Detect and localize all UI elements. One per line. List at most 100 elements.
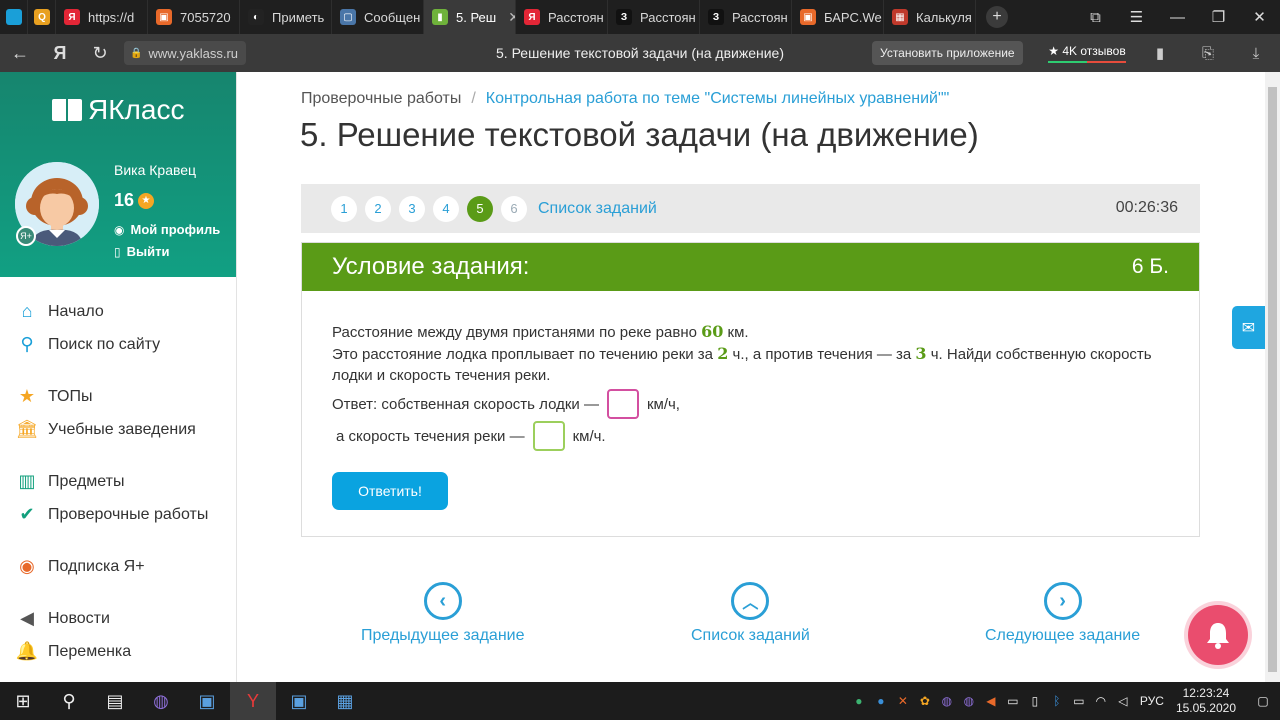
sidebar-item-label: Переменка — [48, 642, 132, 660]
sidebar-item-icon: ⌂ — [21, 301, 33, 321]
tray-app-icon[interactable]: ◀ — [980, 694, 1002, 708]
task-list-link[interactable]: Список заданий — [538, 200, 657, 218]
sidebar-item-label: Поиск по сайту — [48, 335, 161, 353]
feedback-mail-button[interactable]: ✉ — [1232, 306, 1265, 349]
viber-icon[interactable]: ◍ — [138, 682, 184, 720]
system-tray: ● ● ✕ ✿ ◍ ◍ ◀ ▭ ▯ ᛒ ▭ ◠ ◁ РУС 12:23:24 1… — [848, 682, 1280, 720]
reload-icon[interactable]: ↻ — [80, 43, 120, 64]
reviews-badge[interactable]: ★ 4K отзывов — [1040, 40, 1134, 66]
tray-drive-icon[interactable]: ▭ — [1002, 694, 1024, 708]
task-number-5[interactable]: 5 — [467, 195, 493, 222]
tab-favicon-icon: Я — [524, 9, 540, 25]
minimize-icon[interactable]: — — [1157, 0, 1198, 34]
clock[interactable]: 12:23:24 15.05.2020 — [1176, 686, 1236, 716]
windows-start-icon[interactable]: ⊞ — [0, 682, 46, 720]
breadcrumb-root[interactable]: Проверочные работы — [301, 90, 461, 108]
chevron-up-icon: ︿ — [731, 582, 770, 620]
page-scrollbar[interactable] — [1265, 72, 1280, 682]
install-app-button[interactable]: Установить приложение — [872, 41, 1023, 65]
sidebar-item[interactable]: ✔ Проверочные работы — [0, 498, 236, 531]
tab-favicon-icon: ▦ — [892, 9, 908, 25]
calculator-icon[interactable]: ▦ — [322, 682, 368, 720]
tray-app-icon[interactable]: ● — [848, 694, 870, 708]
browser-tab[interactable]: Яhttps://d — [56, 0, 148, 34]
task-number-4[interactable]: 4 — [433, 195, 459, 222]
task-list-bottom-link[interactable]: ︿ Список заданий — [691, 582, 810, 645]
volume-icon[interactable]: ◁ — [1112, 694, 1134, 708]
logo[interactable]: ЯКласс — [52, 94, 184, 126]
boat-speed-input[interactable] — [606, 389, 639, 419]
task-number-2[interactable]: 2 — [365, 195, 391, 222]
problem-text: Это расстояние лодка проплывает по течен… — [332, 346, 718, 363]
browser-qa-tab[interactable]: Q — [28, 0, 56, 34]
browser-tab[interactable]: ▢ Сообщен — [332, 0, 424, 34]
task-number-1[interactable]: 1 — [331, 195, 357, 222]
logout-link[interactable]: ▯ Выйти — [114, 244, 169, 259]
browser-tab[interactable]: З Расстоян — [608, 0, 700, 34]
browser-tab[interactable]: ◐ Приметь — [240, 0, 332, 34]
prev-task-link[interactable]: ‹ Предыдущее задание — [361, 582, 524, 645]
notifications-button[interactable] — [1188, 605, 1248, 665]
url-field[interactable]: 🔒 www.yaklass.ru — [124, 41, 247, 65]
submit-answer-button[interactable]: Ответить! — [332, 472, 448, 510]
browser-tab[interactable]: ▮ 5. Реш ✕ — [424, 0, 516, 34]
next-task-link[interactable]: › Следующее задание — [985, 582, 1140, 645]
search-icon[interactable]: ⚲ — [46, 682, 92, 720]
sidebar-item[interactable]: 🔔 Переменка — [0, 635, 236, 668]
wifi-icon[interactable]: ◠ — [1090, 694, 1112, 708]
maximize-icon[interactable]: ❐ — [1198, 0, 1239, 34]
yandex-icon[interactable]: Я — [40, 43, 80, 64]
download-icon[interactable]: ⤓ — [1232, 34, 1280, 72]
browser-tab[interactable]: ▣ 7055720 — [148, 0, 240, 34]
sidebar-item[interactable]: ⚲ Поиск по сайту — [0, 328, 236, 361]
sidebar-item[interactable]: ◀ Новости — [0, 602, 236, 635]
back-arrow-icon[interactable]: ← — [0, 43, 40, 64]
task-number-3[interactable]: 3 — [399, 195, 425, 222]
task-card-heading: Условие задания: — [332, 253, 530, 280]
user-name[interactable]: Вика Кравец — [114, 162, 196, 178]
tab-favicon-icon: З — [616, 9, 632, 25]
close-tab-icon[interactable]: ✕ — [508, 9, 515, 26]
sidebar: ЯКласс Я+ Вика Кравец 16 ★ ◉ Мой профиль — [0, 72, 237, 682]
address-bar: ← Я ↻ 🔒 www.yaklass.ru 5. Решение тексто… — [0, 34, 1280, 72]
browser-tab[interactable]: ▣ БАРС.We — [792, 0, 884, 34]
photos-icon[interactable]: ▣ — [184, 682, 230, 720]
sidebar-item-icon: 🏛 — [15, 419, 39, 439]
collections-icon[interactable]: ⎘ — [1184, 34, 1232, 72]
notifications-center-icon[interactable]: ▢ — [1246, 694, 1280, 708]
menu-icon[interactable]: ☰ — [1116, 0, 1157, 34]
current-speed-input[interactable] — [532, 421, 565, 451]
browser-tab[interactable]: З Расстоян — [700, 0, 792, 34]
sidebar-item[interactable]: ★ ТОПы — [0, 380, 236, 413]
tray-app-icon[interactable]: ✕ — [892, 694, 914, 708]
sidebar-item[interactable]: ⌂ Начало — [0, 295, 236, 328]
scrollbar-thumb[interactable] — [1268, 87, 1277, 672]
tray-usb-icon[interactable]: ▯ — [1024, 694, 1046, 708]
close-window-icon[interactable]: ✕ — [1239, 0, 1280, 34]
main-content: Проверочные работы / Контрольная работа … — [237, 72, 1265, 682]
keyboard-language[interactable]: РУС — [1140, 694, 1164, 708]
tabs-overview-icon[interactable]: ⧉ — [1075, 0, 1116, 34]
profile-icon: ◉ — [114, 222, 125, 237]
tray-app-icon[interactable]: ● — [870, 694, 892, 708]
task-view-icon[interactable]: ▤ — [92, 682, 138, 720]
browser-menu-tab[interactable] — [0, 0, 28, 34]
tray-app-icon[interactable]: ◍ — [958, 694, 980, 708]
task-number-6[interactable]: 6 — [501, 195, 527, 222]
sidebar-item[interactable]: ▥ Предметы — [0, 465, 236, 498]
my-profile-link[interactable]: ◉ Мой профиль — [114, 222, 220, 237]
sidebar-item[interactable]: ◉ Подписка Я+ — [0, 550, 236, 583]
breadcrumb-current[interactable]: Контрольная работа по теме "Системы лине… — [486, 90, 950, 108]
tray-app-icon[interactable]: ✿ — [914, 694, 936, 708]
image-viewer-icon[interactable]: ▣ — [276, 682, 322, 720]
new-tab-button[interactable]: + — [986, 6, 1008, 28]
battery-icon[interactable]: ▭ — [1068, 694, 1090, 708]
sidebar-item-label: ТОПы — [48, 387, 93, 405]
tray-viber-icon[interactable]: ◍ — [936, 694, 958, 708]
yandex-browser-icon[interactable]: Y — [230, 682, 276, 720]
browser-tab[interactable]: Я Расстоян — [516, 0, 608, 34]
bluetooth-icon[interactable]: ᛒ — [1046, 694, 1068, 708]
bookmark-icon[interactable]: ▮ — [1136, 34, 1184, 72]
browser-tab[interactable]: ▦ Калькуля — [884, 0, 976, 34]
sidebar-item[interactable]: 🏛 Учебные заведения — [0, 413, 236, 446]
